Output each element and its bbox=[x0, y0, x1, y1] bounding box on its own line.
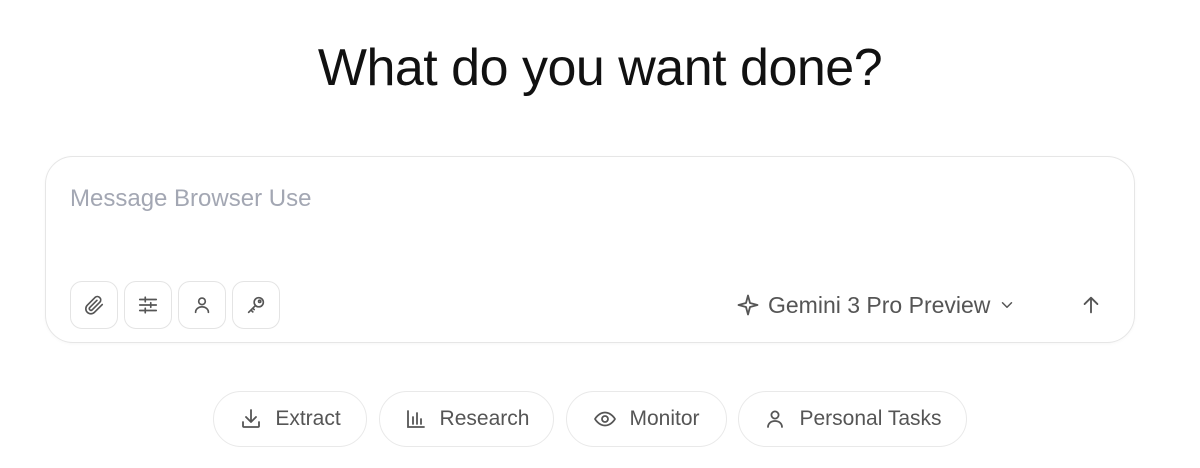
profile-button[interactable] bbox=[178, 281, 226, 329]
send-button[interactable] bbox=[1071, 285, 1111, 325]
user-icon bbox=[767, 410, 784, 428]
model-selector[interactable]: Gemini 3 Pro Preview bbox=[736, 285, 1016, 325]
chip-label: Monitor bbox=[629, 407, 700, 430]
sparkle-icon bbox=[737, 294, 759, 316]
eye-icon bbox=[594, 411, 617, 427]
attach-button[interactable] bbox=[70, 281, 118, 329]
sliders-icon bbox=[138, 296, 158, 314]
monitor-chip[interactable]: Monitor bbox=[566, 391, 727, 447]
message-input[interactable] bbox=[70, 185, 1110, 225]
model-label: Gemini 3 Pro Preview bbox=[768, 291, 991, 318]
credentials-button[interactable] bbox=[232, 281, 280, 329]
chip-label: Extract bbox=[275, 407, 341, 430]
chevron-down-icon bbox=[1002, 302, 1013, 308]
message-composer: Gemini 3 Pro Preview bbox=[45, 156, 1135, 343]
arrow-up-icon bbox=[1083, 296, 1099, 314]
page: What do you want done? Message Browser U… bbox=[0, 0, 1200, 468]
suggestion-chips: Extract Research Monitor Personal Tasks bbox=[0, 391, 1200, 447]
extract-chip[interactable]: Extract bbox=[213, 391, 367, 447]
download-icon bbox=[242, 409, 261, 428]
page-title: What do you want done? bbox=[317, 39, 883, 97]
chip-label: Research bbox=[439, 407, 530, 430]
bar-chart-icon bbox=[406, 410, 425, 428]
personal-tasks-chip[interactable]: Personal Tasks bbox=[738, 391, 967, 447]
paperclip-icon bbox=[85, 295, 104, 315]
chip-label: Personal Tasks bbox=[799, 407, 942, 430]
user-icon bbox=[194, 297, 210, 314]
key-icon bbox=[247, 296, 265, 314]
settings-button[interactable] bbox=[124, 281, 172, 329]
research-chip[interactable]: Research bbox=[379, 391, 554, 447]
